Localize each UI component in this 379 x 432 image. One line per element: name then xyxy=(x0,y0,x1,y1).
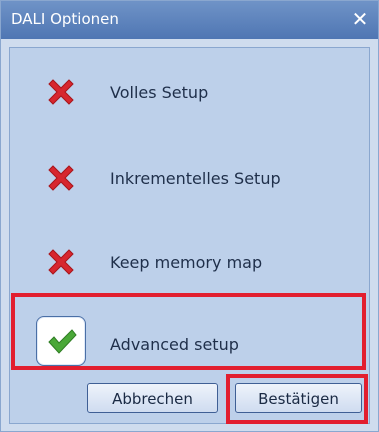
option-label: Volles Setup xyxy=(110,83,209,102)
option-label: Keep memory map xyxy=(110,253,263,272)
option-inkrementelles-setup[interactable]: Inkrementelles Setup xyxy=(18,141,364,209)
option-volles-setup[interactable]: Volles Setup xyxy=(18,55,364,123)
title-bar: DALI Optionen ✕ xyxy=(1,1,378,39)
option-keep-memory-map[interactable]: Keep memory map xyxy=(18,225,364,293)
cancel-button[interactable]: Abbrechen xyxy=(87,383,218,413)
option-label: Inkrementelles Setup xyxy=(110,169,281,188)
x-cross-icon[interactable] xyxy=(36,153,86,203)
window-title: DALI Optionen xyxy=(11,10,119,28)
confirm-button-highlight xyxy=(226,374,368,424)
x-cross-icon[interactable] xyxy=(36,237,86,287)
close-icon[interactable]: ✕ xyxy=(348,7,372,31)
advanced-setup-highlight xyxy=(11,293,366,370)
x-cross-icon[interactable] xyxy=(36,67,86,117)
